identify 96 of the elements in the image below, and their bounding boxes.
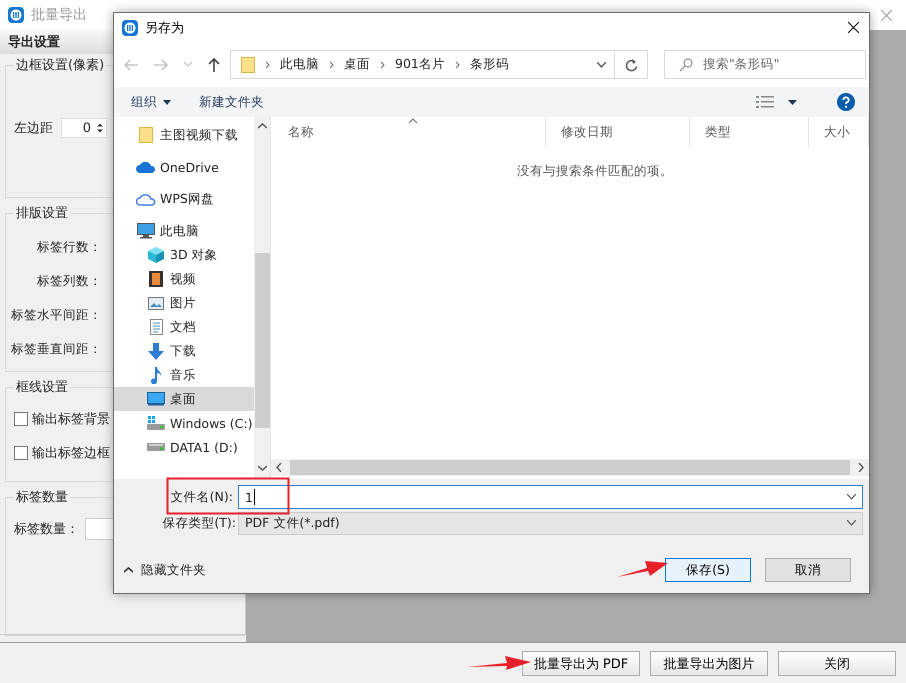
caret-icon[interactable] — [597, 62, 606, 68]
scroll-down-icon[interactable] — [258, 465, 266, 471]
breadcrumb[interactable]: 条形码 — [470, 56, 509, 73]
field-label: 标签数量： — [14, 521, 79, 538]
nav-item[interactable]: 音乐 — [114, 363, 254, 387]
nav-item[interactable]: 主图视频下载 — [114, 123, 254, 147]
spin-arrows-icon[interactable] — [97, 122, 103, 134]
app-logo-icon — [122, 20, 138, 36]
field-label: 保存类型(T): — [161, 514, 237, 532]
sort-caret-icon — [408, 118, 418, 124]
nav-item[interactable]: 桌面 — [114, 387, 254, 411]
checkbox-label: 输出标签边框 — [32, 445, 110, 462]
nav-item[interactable]: 图片 — [114, 291, 254, 315]
pointer-arrow — [617, 561, 668, 577]
up-arrow-icon[interactable] — [208, 58, 220, 72]
column-header[interactable]: 大小 — [809, 117, 869, 147]
dialog-button[interactable]: 取消 — [765, 558, 851, 582]
scrollbar[interactable] — [254, 117, 270, 479]
nav-item[interactable]: 视频 — [114, 267, 254, 291]
chevron-icon — [329, 60, 334, 68]
scroll-left-icon[interactable] — [276, 463, 282, 472]
nav-item[interactable]: 文档 — [114, 315, 254, 339]
search-icon — [679, 58, 693, 72]
folder-icon — [241, 56, 255, 72]
organize-menu[interactable]: 组织 — [131, 94, 171, 110]
window-title: 批量导出 — [31, 6, 87, 24]
nav-item[interactable]: Windows (C:) — [114, 411, 254, 435]
cloud-icon — [136, 192, 156, 206]
down-arrow-icon — [148, 342, 164, 360]
field-label: 左边距 — [14, 120, 53, 137]
caret-icon[interactable] — [847, 494, 856, 500]
drive-icon — [147, 416, 165, 430]
cube-icon — [148, 247, 164, 263]
caret-icon[interactable] — [788, 100, 797, 104]
chevron-icon — [265, 60, 270, 68]
picture-icon — [148, 296, 164, 310]
nav-item[interactable]: 下载 — [114, 339, 254, 363]
footer-button[interactable]: 批量导出为 PDF — [522, 651, 640, 676]
pointer-arrow — [467, 656, 531, 670]
toolbar-button[interactable]: 新建文件夹 — [199, 94, 264, 110]
drive-icon — [147, 443, 165, 451]
nav-item[interactable]: WPS网盘 — [114, 187, 254, 211]
monitor-icon — [147, 392, 165, 406]
nav-item[interactable]: 3D 对象 — [114, 243, 254, 267]
folder-icon — [139, 127, 153, 143]
group-title: 边框设置(像素) — [15, 57, 106, 74]
checkbox[interactable] — [14, 446, 28, 460]
view-options-icon[interactable] — [756, 96, 774, 108]
search-field[interactable]: 搜索"条形码" — [664, 50, 866, 79]
empty-message: 没有与搜索条件匹配的项。 — [517, 163, 673, 180]
checkbox[interactable] — [14, 412, 28, 426]
file-name-field[interactable]: 1 — [238, 485, 863, 509]
scroll-right-icon[interactable] — [858, 463, 864, 472]
column-header[interactable]: 类型 — [690, 117, 809, 147]
help-icon[interactable] — [837, 93, 855, 111]
label-count-field[interactable] — [85, 518, 116, 540]
scrollbar[interactable] — [271, 459, 869, 476]
dialog-button[interactable]: 保存(S) — [665, 558, 751, 582]
breadcrumb[interactable]: 此电脑 — [280, 56, 319, 73]
group-title: 排版设置 — [15, 205, 69, 222]
group-title: 标签数量 — [15, 489, 69, 506]
close-icon[interactable] — [848, 22, 859, 33]
film-icon — [149, 271, 163, 287]
nav-item[interactable]: OneDrive — [114, 155, 254, 179]
group-title: 框线设置 — [15, 379, 69, 396]
caret-icon — [163, 100, 171, 104]
hide-folders-toggle[interactable]: 隐藏文件夹 — [124, 562, 206, 578]
left-margin-spinbox[interactable]: 0 — [61, 118, 107, 138]
cloud-icon — [136, 161, 156, 173]
scroll-up-icon[interactable] — [258, 123, 266, 129]
document-icon — [150, 319, 162, 335]
breadcrumb[interactable]: 901名片 — [395, 56, 445, 73]
footer-button[interactable]: 批量导出为图片 — [650, 651, 768, 676]
field-label: 文件名(N): — [170, 488, 234, 506]
nav-item[interactable]: DATA1 (D:) — [114, 435, 254, 459]
file-type-dropdown[interactable]: PDF 文件(*.pdf) — [238, 512, 863, 534]
checkbox-label: 输出标签背景 — [32, 411, 110, 428]
refresh-icon — [624, 58, 638, 72]
field-label: 标签垂直间距： — [11, 340, 102, 358]
field-label: 标签列数： — [37, 272, 102, 290]
column-header[interactable]: 名称 — [273, 117, 546, 147]
column-header[interactable]: 修改日期 — [546, 117, 690, 147]
field-label: 标签行数： — [37, 238, 102, 256]
footer-button[interactable]: 关闭 — [778, 651, 896, 676]
caret-icon — [847, 520, 856, 526]
chevron-icon — [380, 60, 385, 68]
nav-item[interactable]: 此电脑 — [114, 219, 254, 243]
address-bar[interactable]: 此电脑 桌面 901名片 条形码 — [230, 50, 615, 79]
music-note-icon — [150, 366, 162, 384]
caret-icon — [124, 567, 133, 573]
refresh-button[interactable] — [615, 50, 648, 79]
field-label: 标签水平间距： — [11, 306, 102, 324]
chevron-icon — [454, 60, 460, 68]
computer-icon — [137, 223, 155, 239]
app-logo-icon — [8, 7, 24, 23]
breadcrumb[interactable]: 桌面 — [344, 56, 370, 73]
